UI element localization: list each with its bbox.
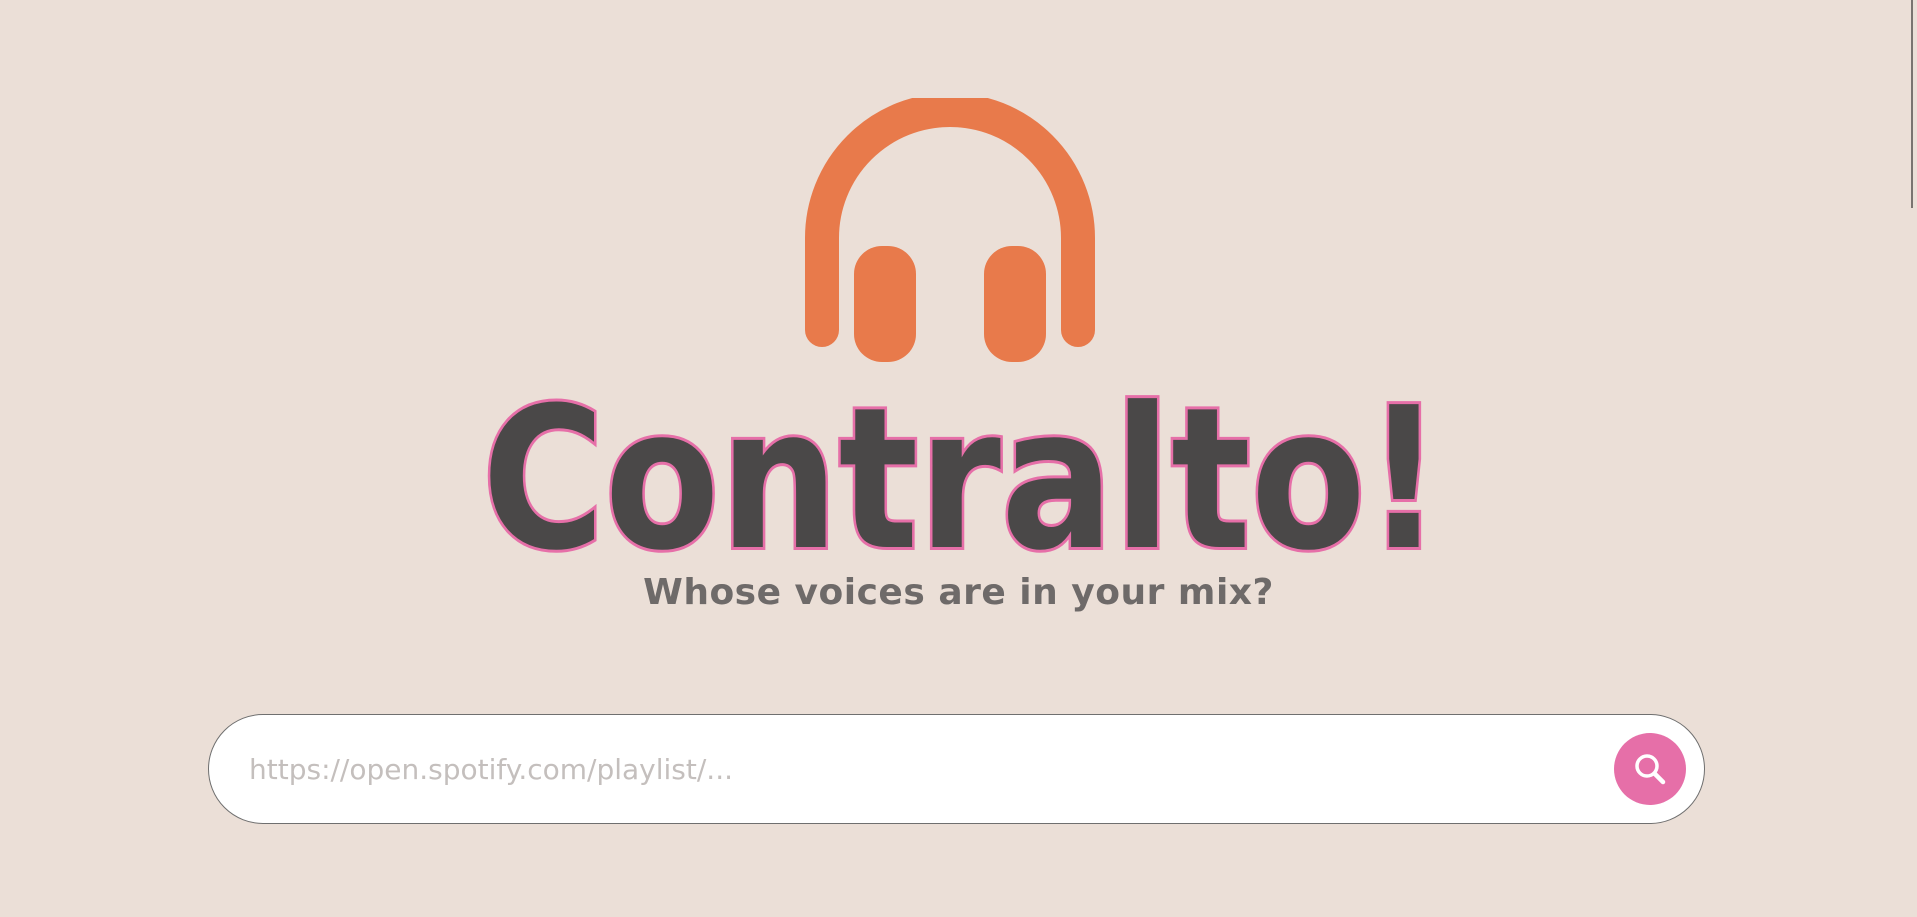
tagline: Whose voices are in your mix? bbox=[643, 572, 1274, 613]
brand-title: Contralto! bbox=[479, 395, 1445, 565]
brand-title-text: Contralto! bbox=[482, 395, 1442, 565]
headphones-icon bbox=[805, 98, 1095, 362]
search-icon bbox=[1635, 754, 1666, 785]
landing-page: Contralto! Whose voices are in your mix? bbox=[0, 0, 1917, 917]
search-bar bbox=[208, 714, 1705, 824]
scrollbar-thumb[interactable] bbox=[1911, 0, 1913, 208]
playlist-url-input[interactable] bbox=[247, 715, 1581, 824]
search-button[interactable] bbox=[1614, 733, 1686, 805]
